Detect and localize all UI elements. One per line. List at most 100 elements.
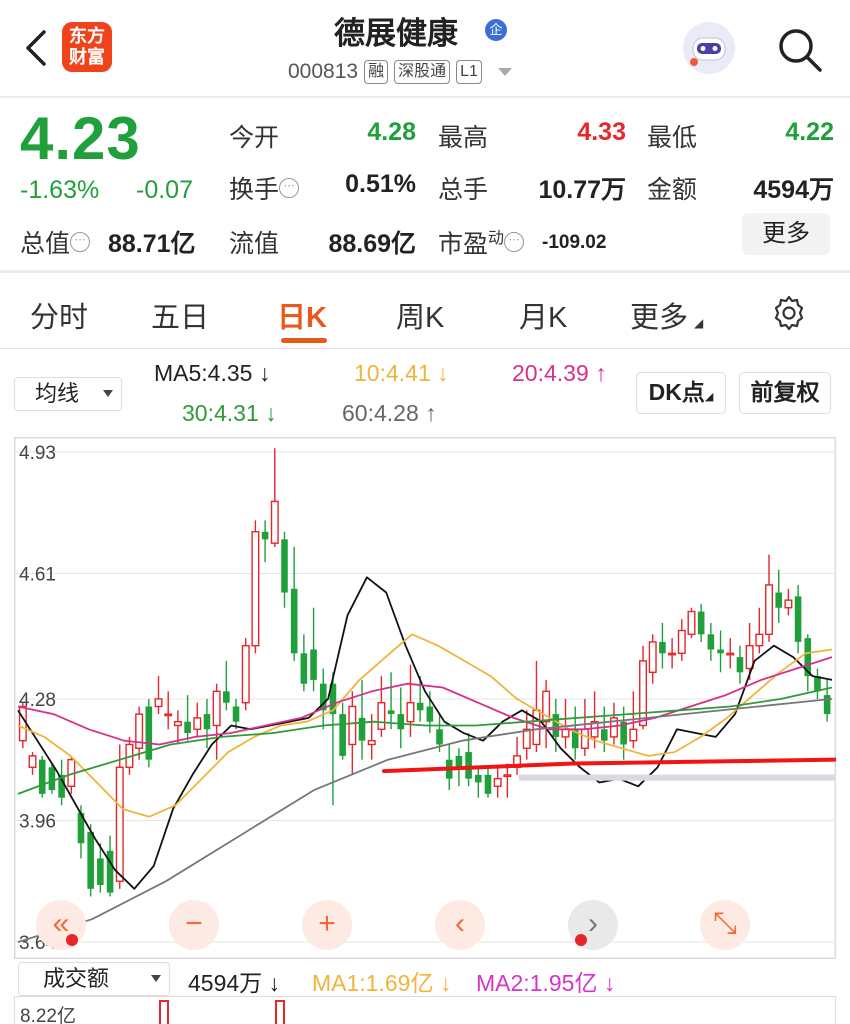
amount-label: 金额: [647, 176, 698, 204]
tab-five-day[interactable]: 五日: [151, 294, 209, 336]
tab-monthly-k[interactable]: 月K: [519, 294, 567, 336]
candle-body-up: [173, 720, 182, 727]
candle-body-up: [561, 728, 570, 738]
candle-body-down: [223, 691, 230, 703]
candle-body-up: [648, 641, 657, 674]
info-icon: ⋯: [279, 177, 300, 198]
candle-body-up: [755, 633, 764, 647]
info-icon: ⋯: [70, 231, 91, 252]
candle-body-down: [465, 752, 472, 779]
open-label: 今开: [229, 124, 280, 152]
y-tick-label: 4.93: [19, 443, 56, 464]
candle-body-up: [348, 705, 357, 746]
ma10-readout: 10:4.41 ↓: [354, 360, 449, 386]
volume-bar: [159, 1000, 169, 1024]
y-tick-label: 4.61: [19, 565, 56, 586]
candle-body-down: [794, 596, 802, 642]
pe-label[interactable]: 市盈动 ⋯: [438, 224, 525, 260]
fullscreen-button[interactable]: ⤡: [700, 900, 750, 950]
high-value: 4.33: [577, 118, 626, 146]
open-value: 4.28: [367, 118, 416, 146]
gear-icon[interactable]: [770, 294, 808, 332]
candle-body-up: [726, 652, 735, 656]
candle-body-up: [639, 660, 648, 727]
candle-body-down: [290, 588, 298, 654]
level-tag: L1: [456, 60, 482, 84]
quote-divider: [0, 270, 850, 273]
candle-body-up: [251, 531, 260, 647]
candle-body-down: [232, 706, 240, 722]
candlestick-chart[interactable]: 4.934.614.283.963.64: [14, 437, 836, 959]
volume-readout: 4594万 ↓: [188, 970, 281, 996]
tab-weekly-k[interactable]: 周K: [396, 294, 444, 336]
candle-body-up: [377, 701, 386, 730]
candle-body-down: [707, 634, 715, 650]
scroll-left-button[interactable]: ‹: [435, 900, 485, 950]
robot-avatar-icon[interactable]: [683, 22, 735, 74]
volume-label: 总手: [438, 176, 489, 204]
candle-body-down: [416, 702, 424, 711]
amount-value: 4594万: [753, 176, 834, 204]
candle-body-up: [115, 766, 124, 882]
market-cap-label[interactable]: 总值 ⋯: [20, 224, 91, 260]
candle-body-down: [600, 729, 608, 741]
back-chevron-icon[interactable]: [18, 26, 54, 70]
candle-body-down: [203, 714, 211, 730]
candle-body-down: [775, 592, 782, 608]
candle-body-up: [406, 701, 415, 723]
float-cap-value: 88.69亿: [328, 230, 416, 258]
ma60-readout: 60:4.28 ↑: [342, 400, 437, 426]
volume-indicator-select[interactable]: 成交额: [18, 962, 170, 996]
candle-body-up: [677, 629, 686, 655]
candle-body-down: [339, 714, 346, 756]
candle-body-down: [455, 755, 463, 768]
candle-body-down: [736, 657, 744, 673]
candle-body-up: [745, 645, 754, 670]
tab-intraday[interactable]: 分时: [30, 294, 88, 336]
more-quote-button[interactable]: 更多: [742, 213, 830, 255]
info-icon: ⋯: [504, 232, 525, 252]
volume-value: 10.77万: [538, 176, 626, 204]
volume-axis-top: 8.22亿: [20, 1006, 76, 1024]
margin-tag: 融: [364, 60, 389, 84]
candle-body-up: [493, 777, 502, 787]
zoom-out-button[interactable]: −: [169, 900, 219, 950]
candle-body-down: [717, 649, 724, 654]
high-label: 最高: [438, 124, 489, 152]
dk-point-button[interactable]: DK点◢: [636, 372, 726, 414]
dropdown-arrow-icon: [103, 390, 113, 397]
enterprise-badge: 企: [485, 19, 507, 41]
y-tick-label: 3.96: [19, 811, 56, 832]
candle-body-up: [580, 728, 589, 749]
candle-body-up: [241, 645, 250, 704]
candle-body-down: [436, 729, 443, 745]
ma30-readout: 30:4.31 ↓: [182, 400, 277, 426]
forward-adjust-button[interactable]: 前复权: [739, 372, 831, 414]
candle-body-up: [629, 728, 638, 742]
zoom-out-fast-button[interactable]: «: [36, 900, 86, 950]
market-cap-value: 88.71亿: [108, 230, 196, 258]
volume-ma2-readout: MA2:1.95亿 ↓: [476, 970, 616, 996]
candle-body-down: [426, 706, 434, 722]
turnover-value: 0.51%: [345, 170, 416, 198]
app-logo: 东方 财富: [62, 22, 112, 72]
header-divider: [0, 96, 850, 98]
indicator-select[interactable]: 均线: [14, 377, 122, 411]
stock-code: 000813: [288, 60, 359, 83]
active-tab-indicator: [281, 338, 327, 343]
candle-body-down: [484, 774, 492, 794]
candle-body-up: [784, 599, 793, 609]
tab-more[interactable]: 更多 ◢: [630, 294, 703, 336]
search-icon[interactable]: [776, 26, 824, 74]
candle-body-up: [503, 774, 512, 778]
candle-body-down: [387, 710, 395, 715]
ma5-readout: MA5:4.35 ↓: [154, 360, 271, 386]
float-cap-label: 流值: [229, 230, 280, 258]
zoom-in-button[interactable]: +: [302, 900, 352, 950]
candle-body-down: [97, 858, 104, 886]
stock-subline[interactable]: 000813 融 深股通 L1: [288, 60, 512, 84]
notification-dot: [66, 934, 78, 946]
turnover-label[interactable]: 换手 ⋯: [229, 170, 300, 206]
candle-body-down: [261, 531, 269, 540]
tab-daily-k[interactable]: 日K: [277, 294, 327, 336]
